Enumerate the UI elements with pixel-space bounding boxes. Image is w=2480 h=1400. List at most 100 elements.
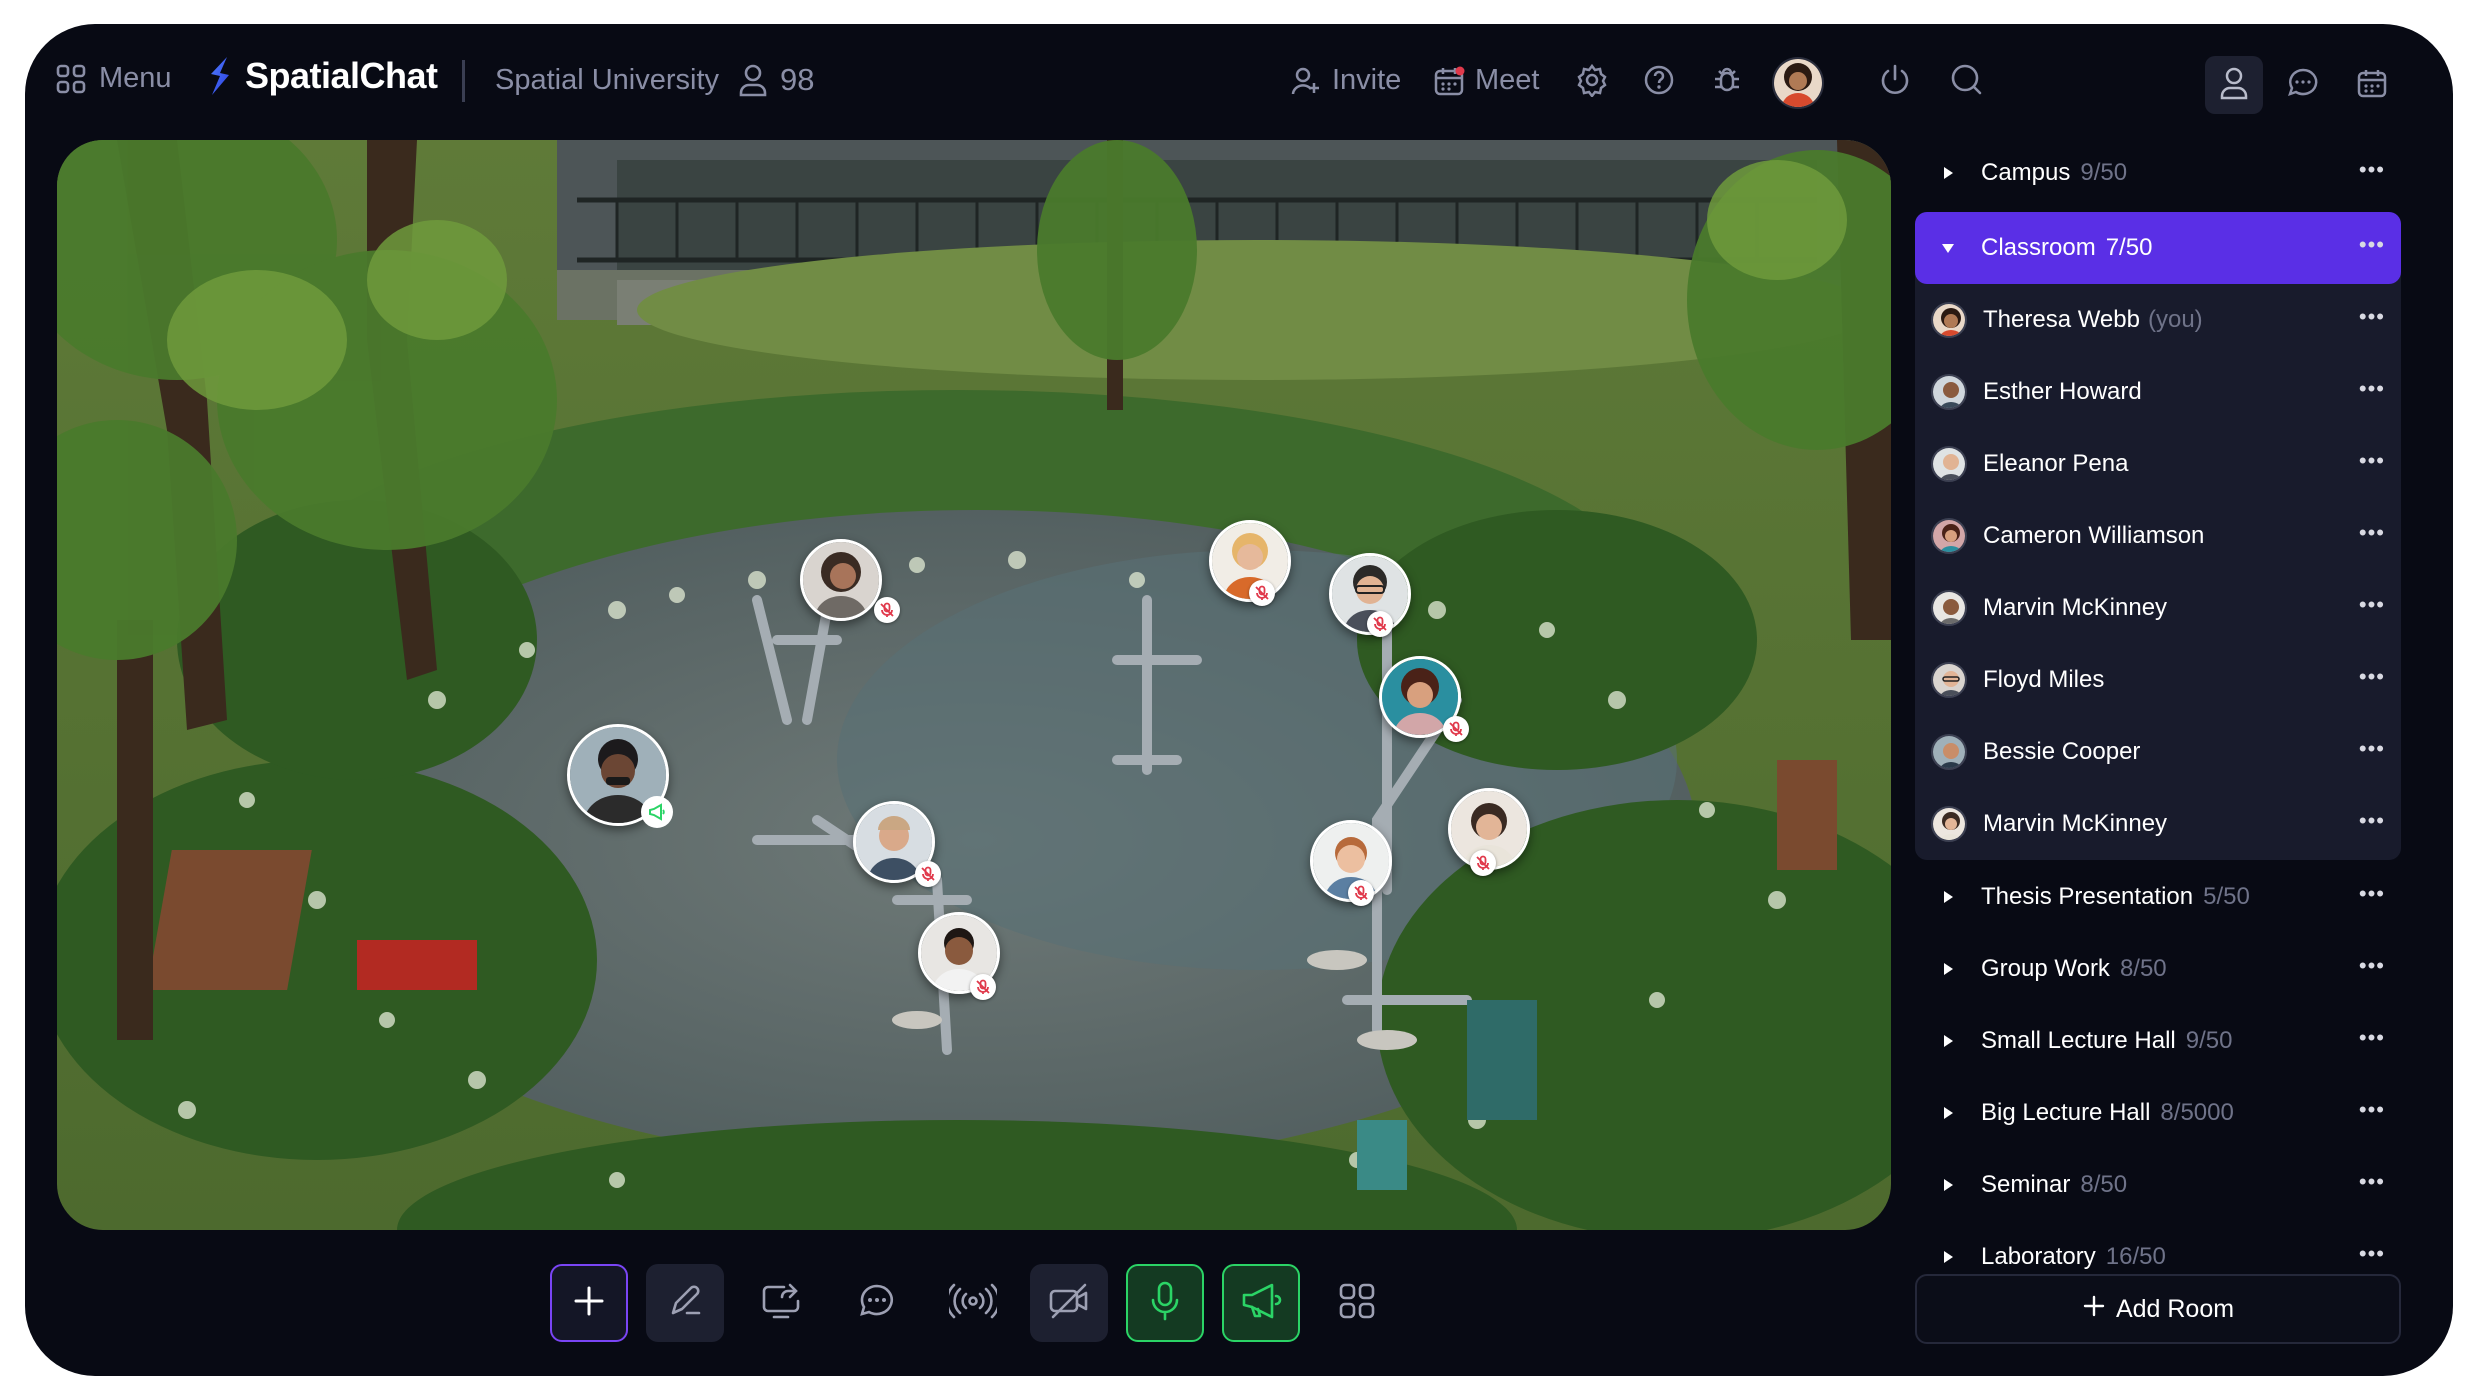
more-icon[interactable]: ••• bbox=[2359, 159, 2385, 181]
more-icon[interactable]: ••• bbox=[2359, 955, 2385, 977]
park-background bbox=[57, 140, 1891, 1230]
room-item[interactable]: Small Lecture Hall 9/50 ••• bbox=[1915, 1010, 2401, 1072]
more-icon[interactable]: ••• bbox=[2359, 594, 2385, 616]
avatar bbox=[1931, 806, 1967, 842]
megaphone-button[interactable] bbox=[1222, 1264, 1300, 1342]
draw-icon bbox=[665, 1281, 705, 1326]
help-button[interactable] bbox=[1637, 60, 1681, 104]
member-item[interactable]: Cameron Williamson ••• bbox=[1915, 505, 2401, 567]
avatar bbox=[1931, 734, 1967, 770]
expand-icon bbox=[1944, 1251, 1953, 1263]
more-icon[interactable]: ••• bbox=[2359, 810, 2385, 832]
room-name: Thesis Presentation bbox=[1981, 883, 2194, 910]
menu-button[interactable]: Menu bbox=[55, 62, 172, 95]
avatar bbox=[1931, 590, 1967, 626]
more-icon[interactable]: ••• bbox=[2359, 666, 2385, 688]
more-icon[interactable]: ••• bbox=[2359, 378, 2385, 400]
apps-button[interactable] bbox=[1318, 1264, 1396, 1342]
brand-logo[interactable]: SpatialChat bbox=[205, 54, 438, 98]
microphone-button[interactable] bbox=[1126, 1264, 1204, 1342]
calendar-tab[interactable] bbox=[2343, 56, 2401, 114]
grid-icon bbox=[55, 63, 87, 95]
camera-off-icon bbox=[1047, 1281, 1091, 1326]
room-item[interactable]: Big Lecture Hall 8/5000 ••• bbox=[1915, 1082, 2401, 1144]
search-icon bbox=[1949, 62, 1985, 103]
invite-label: Invite bbox=[1332, 64, 1402, 96]
member-item[interactable]: Theresa Webb (you) ••• bbox=[1915, 289, 2401, 351]
member-name: Esther Howard bbox=[1983, 378, 2142, 405]
room-item-campus[interactable]: Campus 9/50 ••• bbox=[1915, 142, 2401, 204]
person-icon bbox=[2219, 66, 2249, 105]
participant-avatar[interactable] bbox=[800, 539, 882, 621]
member-item[interactable]: Marvin McKinney ••• bbox=[1915, 577, 2401, 639]
space-name[interactable]: Spatial University bbox=[495, 64, 719, 97]
member-item[interactable]: Esther Howard ••• bbox=[1915, 361, 2401, 423]
avatar bbox=[1931, 662, 1967, 698]
search-button[interactable] bbox=[1945, 60, 1989, 104]
room-count: 16/50 bbox=[2105, 1243, 2166, 1270]
more-icon[interactable]: ••• bbox=[2359, 738, 2385, 760]
meet-label: Meet bbox=[1475, 64, 1540, 96]
settings-button[interactable] bbox=[1570, 60, 1614, 104]
microphone-icon bbox=[1145, 1280, 1185, 1327]
add-button[interactable] bbox=[550, 1264, 628, 1342]
topbar-divider bbox=[462, 60, 465, 102]
chat-tab[interactable] bbox=[2274, 56, 2332, 114]
member-item[interactable]: Marvin McKinney ••• bbox=[1915, 793, 2401, 855]
apps-grid-icon bbox=[1337, 1281, 1377, 1326]
help-icon bbox=[1642, 63, 1676, 102]
room-count: 8/50 bbox=[2119, 955, 2167, 982]
screen-share-icon bbox=[760, 1281, 802, 1326]
room-scene[interactable] bbox=[57, 140, 1891, 1230]
bug-report-button[interactable] bbox=[1705, 60, 1749, 104]
member-item[interactable]: Eleanor Pena ••• bbox=[1915, 433, 2401, 495]
person-icon bbox=[738, 63, 768, 97]
user-avatar[interactable] bbox=[1772, 57, 1824, 109]
room-item[interactable]: Thesis Presentation 5/50 ••• bbox=[1915, 866, 2401, 928]
muted-mic-icon bbox=[1249, 580, 1275, 606]
room-name: Classroom bbox=[1981, 234, 2096, 261]
participant-count-value: 98 bbox=[780, 62, 815, 97]
more-icon[interactable]: ••• bbox=[2359, 234, 2385, 256]
camera-toggle-button[interactable] bbox=[1030, 1264, 1108, 1342]
more-icon[interactable]: ••• bbox=[2359, 1171, 2385, 1193]
expand-icon bbox=[1944, 1179, 1953, 1191]
leave-button[interactable] bbox=[1873, 60, 1917, 104]
room-name: Laboratory bbox=[1981, 1243, 2096, 1270]
room-item[interactable]: Group Work 8/50 ••• bbox=[1915, 938, 2401, 1000]
expand-icon bbox=[1944, 1035, 1953, 1047]
gear-icon bbox=[1575, 63, 1609, 102]
draw-button[interactable] bbox=[646, 1264, 724, 1342]
more-icon[interactable]: ••• bbox=[2359, 1027, 2385, 1049]
invite-button[interactable]: Invite bbox=[1290, 64, 1401, 97]
member-name: Bessie Cooper bbox=[1983, 738, 2141, 765]
screen-share-button[interactable] bbox=[742, 1264, 820, 1342]
more-icon[interactable]: ••• bbox=[2359, 450, 2385, 472]
member-suffix: (you) bbox=[2147, 306, 2203, 333]
room-item[interactable]: Seminar 8/50 ••• bbox=[1915, 1154, 2401, 1216]
broadcast-button[interactable] bbox=[934, 1264, 1012, 1342]
more-icon[interactable]: ••• bbox=[2359, 1099, 2385, 1121]
megaphone-icon bbox=[1239, 1280, 1283, 1327]
chat-button[interactable] bbox=[838, 1264, 916, 1342]
member-name: Eleanor Pena bbox=[1983, 450, 2129, 477]
expand-icon bbox=[1944, 963, 1953, 975]
room-item-classroom[interactable]: Classroom 7/50 ••• bbox=[1915, 217, 2401, 279]
muted-mic-icon bbox=[970, 974, 996, 1000]
room-count: 8/50 bbox=[2080, 1171, 2128, 1198]
meet-button[interactable]: Meet bbox=[1433, 64, 1539, 97]
participants-tab[interactable] bbox=[2205, 56, 2263, 114]
top-bar: Menu SpatialChat Spatial University 98 I… bbox=[25, 24, 2453, 134]
participant-count[interactable]: 98 bbox=[738, 62, 814, 98]
more-icon[interactable]: ••• bbox=[2359, 522, 2385, 544]
member-item[interactable]: Floyd Miles ••• bbox=[1915, 649, 2401, 711]
expand-icon bbox=[1944, 167, 1953, 179]
more-icon[interactable]: ••• bbox=[2359, 306, 2385, 328]
member-item[interactable]: Bessie Cooper ••• bbox=[1915, 721, 2401, 783]
add-room-button[interactable]: Add Room bbox=[1915, 1274, 2401, 1344]
muted-mic-icon bbox=[1348, 880, 1374, 906]
expand-icon bbox=[1944, 891, 1953, 903]
more-icon[interactable]: ••• bbox=[2359, 1243, 2385, 1265]
more-icon[interactable]: ••• bbox=[2359, 883, 2385, 905]
power-icon bbox=[1878, 63, 1912, 102]
